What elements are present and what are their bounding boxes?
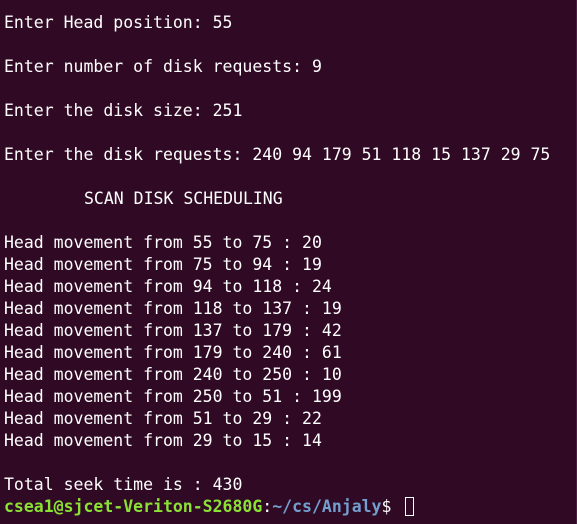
prompt-path: ~/cs/Anjaly (272, 497, 382, 516)
terminal-window[interactable]: Enter Head position: 55 Enter number of … (0, 0, 577, 524)
text-cursor[interactable] (405, 497, 415, 516)
shell-prompt[interactable]: csea1@sjcet-Veriton-S2680G:~/cs/Anjaly$ (4, 496, 415, 518)
head-movement-line: Head movement from 94 to 118 : 24 (4, 277, 332, 296)
head-movement-line: Head movement from 179 to 240 : 61 (4, 343, 342, 362)
disk-requests-line: Enter the disk requests: 240 94 179 51 1… (4, 145, 551, 164)
disk-size-line: Enter the disk size: 251 (4, 101, 243, 120)
head-movement-line: Head movement from 51 to 29 : 22 (4, 409, 322, 428)
total-seek-time: Total seek time is : 430 (4, 475, 243, 494)
head-movement-line: Head movement from 250 to 51 : 199 (4, 387, 342, 406)
head-movement-line: Head movement from 75 to 94 : 19 (4, 255, 322, 274)
disk-request-count-line: Enter number of disk requests: 9 (4, 57, 322, 76)
prompt-symbol: $ (381, 497, 402, 516)
scan-heading: SCAN DISK SCHEDULING (84, 189, 283, 208)
head-movement-line: Head movement from 240 to 250 : 10 (4, 365, 342, 384)
head-movement-line: Head movement from 55 to 75 : 20 (4, 233, 322, 252)
prompt-user-host: csea1@sjcet-Veriton-S2680G (4, 497, 263, 516)
head-movement-line: Head movement from 118 to 137 : 19 (4, 299, 342, 318)
head-movement-line: Head movement from 29 to 15 : 14 (4, 431, 322, 450)
head-position-line: Enter Head position: 55 (4, 13, 233, 32)
prompt-separator: : (262, 497, 273, 516)
head-movement-line: Head movement from 137 to 179 : 42 (4, 321, 342, 340)
